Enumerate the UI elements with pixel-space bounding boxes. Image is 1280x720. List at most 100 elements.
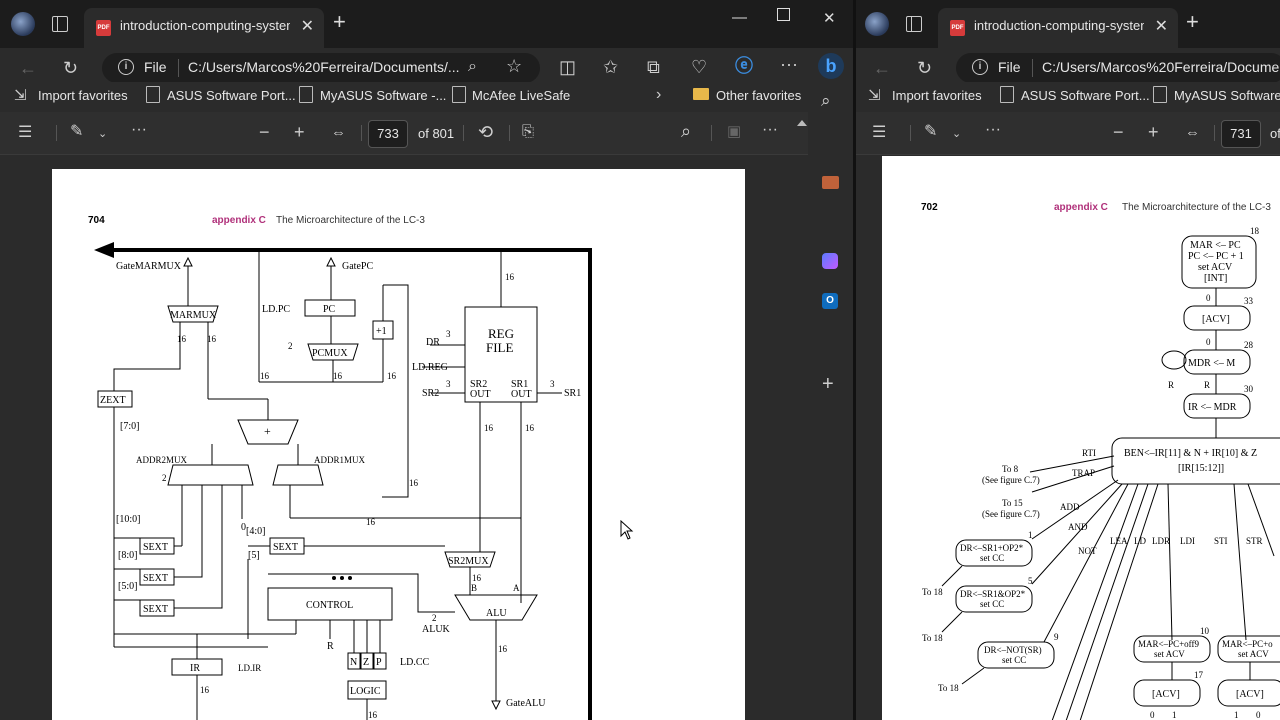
scrollbar[interactable] [796,118,807,720]
more-menu-icon[interactable]: ··· [780,55,798,73]
address-bar[interactable]: i File C:/Users/Marcos%20Ferreira/Docume… [102,53,540,83]
refresh-icon[interactable]: ↻ [917,59,932,77]
state-11-line-2: set ACV [1238,649,1269,659]
address-url[interactable]: C:/Users/Marcos%20Ferreira/Documents/... [188,59,460,75]
zoom-icon[interactable]: ⌕ [468,58,477,76]
zoom-in-icon[interactable]: + [1148,123,1159,141]
label-bits-7-0: [7:0] [120,421,139,432]
profile-avatar-icon[interactable] [11,12,35,36]
contents-icon[interactable]: ☰ [18,124,32,142]
back-icon[interactable]: ← [873,59,891,77]
label-zero: 0 [241,522,246,533]
label-n: N [350,657,357,668]
zoom-out-icon[interactable]: − [259,123,270,141]
state-28-text: MDR <– M [1188,358,1235,369]
label-16: 16 [200,685,210,695]
pdf-viewer[interactable]: 702 appendix C The Microarchitecture of … [856,155,1280,720]
state-10-line-2: set ACV [1154,649,1185,659]
zoom-out-icon[interactable]: − [1113,123,1124,141]
bookmark-import-favorites[interactable]: Import favorites [38,88,128,103]
close-window-icon[interactable]: ✕ [823,9,836,27]
save-icon[interactable]: ▣ [727,123,741,141]
page-number-input[interactable]: 731 [1221,120,1261,148]
label-ld-ir: LD.IR [238,663,261,673]
outlook-icon[interactable]: O [822,293,838,309]
new-tab-icon[interactable]: + [333,11,346,33]
sidebar-search-icon[interactable]: ⌕ [821,92,831,110]
address-bar[interactable]: i File C:/Users/Marcos%20Ferreira/Docume… [956,53,1280,83]
more-options-icon[interactable]: ··· [762,121,778,139]
bookmark-import-favorites[interactable]: Import favorites [892,88,982,103]
info-icon[interactable]: i [972,59,988,75]
maximize-icon[interactable] [777,8,790,21]
minimize-icon[interactable]: — [732,9,747,26]
label-gatepc: GatePC [342,261,373,272]
chevron-right-icon[interactable]: › [656,86,661,104]
edge-0: 0 [1150,710,1155,720]
chevron-down-icon[interactable]: ⌄ [952,125,961,143]
label-file: FILE [486,340,514,355]
active-tab[interactable]: PDF introduction-computing-systems ✕ [84,8,324,48]
chevron-down-icon[interactable]: ⌄ [98,125,107,143]
active-tab[interactable]: PDF introduction-computing-systems ✕ [938,8,1178,48]
state-30-id: 30 [1244,384,1254,394]
bookmark-mcafee-livesafe[interactable]: McAfee LiveSafe [472,88,570,103]
page-view-icon[interactable]: ⎘ [522,123,534,141]
add-sidebar-app-icon[interactable]: + [822,374,834,394]
refresh-icon[interactable]: ↻ [63,59,78,77]
label-addr1mux: ADDR1MUX [314,455,366,465]
zoom-in-icon[interactable]: + [294,123,305,141]
bookmark-asus-software-portal[interactable]: ASUS Software Port... [167,88,296,103]
info-icon[interactable]: i [118,59,134,75]
fit-width-icon[interactable]: ⇔ [1185,124,1200,142]
copilot-icon[interactable] [822,253,838,269]
edge-and: AND [1068,522,1088,532]
more-tools-icon[interactable]: ··· [985,121,1001,139]
bookmark-other-favorites[interactable]: Other favorites [716,88,801,103]
contents-icon[interactable]: ☰ [872,124,886,142]
bookmark-myasus-software[interactable]: MyASUS Software -... [320,88,446,103]
collections-icon[interactable]: ⧉ [647,58,660,76]
close-tab-icon[interactable]: ✕ [301,16,314,36]
tab-actions-icon[interactable] [52,16,68,32]
bing-icon[interactable]: b [818,53,844,79]
toolbar-separator [509,125,510,141]
favorites-icon[interactable]: ✩ [603,58,618,76]
address-url[interactable]: C:/Users/Marcos%20Ferreira/Documen [1042,59,1280,75]
draw-icon[interactable]: ✎ [924,123,937,141]
label-16: 16 [366,517,376,527]
favorite-star-icon[interactable]: ☆ [506,57,522,75]
close-tab-icon[interactable]: ✕ [1155,16,1168,36]
profile-avatar-icon[interactable] [865,12,889,36]
health-icon[interactable]: ♡ [691,58,707,76]
label-sext: SEXT [143,573,168,584]
search-icon[interactable]: ⌕ [681,122,691,140]
page-icon [299,86,313,103]
label-b: B [471,583,477,593]
label-alu: ALU [486,608,507,619]
tab-actions-icon[interactable] [906,16,922,32]
edge-see-figure: (See figure C.7) [982,509,1040,519]
label-3: 3 [446,329,451,339]
bookmark-asus-software-portal[interactable]: ASUS Software Port... [1021,88,1150,103]
more-tools-icon[interactable]: ··· [131,121,147,139]
ie-mode-icon[interactable]: ⓔ [735,57,753,75]
state-18-line-3: set ACV [1198,262,1233,273]
state-1-line-2: set CC [980,553,1004,563]
address-separator [178,59,179,77]
rotate-icon[interactable]: ⟲ [478,123,493,141]
back-icon[interactable]: ← [19,59,37,77]
fit-width-icon[interactable]: ⇔ [331,124,346,142]
split-screen-icon[interactable]: ◫ [559,58,576,76]
pdf-viewer[interactable]: 704 appendix C The Microarchitecture of … [0,155,853,720]
tools-briefcase-icon[interactable] [822,176,839,189]
scroll-up-icon[interactable] [797,120,807,126]
edge-rti: RTI [1082,448,1096,458]
draw-icon[interactable]: ✎ [70,123,83,141]
bookmark-myasus-software[interactable]: MyASUS Software -... [1174,88,1280,103]
edge-see-figure: (See figure C.7) [982,475,1040,485]
new-tab-icon[interactable]: + [1186,11,1199,33]
state-17-text: [ACV] [1152,689,1180,700]
label-sext: SEXT [143,604,168,615]
page-number-input[interactable]: 733 [368,120,408,148]
